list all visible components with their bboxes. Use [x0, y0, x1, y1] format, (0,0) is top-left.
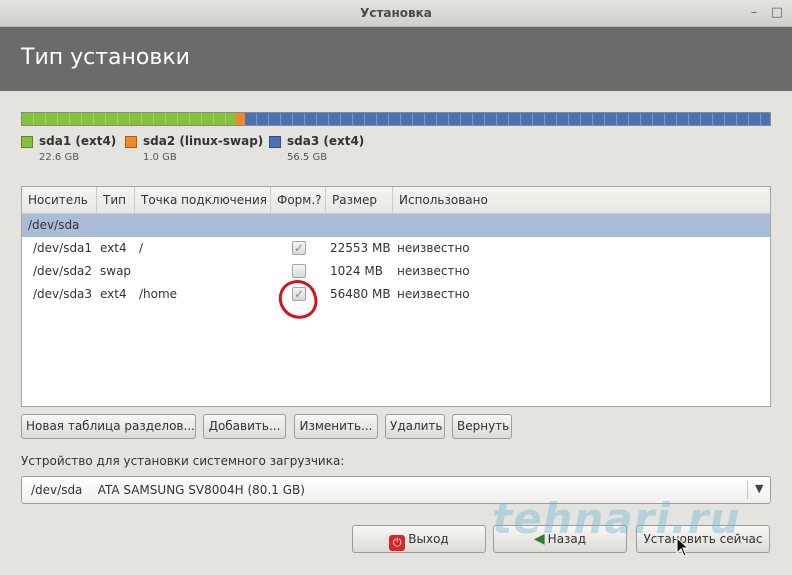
cell-size: 56480 MB — [330, 287, 391, 301]
cell-device: /dev/sda3 — [33, 287, 93, 301]
cell-device: /dev/sda2 — [33, 264, 93, 278]
delete-partition-button[interactable]: Удалить — [385, 414, 445, 439]
window-title: Установка — [360, 6, 432, 20]
quit-button[interactable]: ⏻ Выход — [352, 525, 486, 553]
add-partition-button[interactable]: Добавить... — [203, 414, 286, 439]
format-checkbox[interactable]: ✓ — [292, 241, 306, 255]
table-header: Носитель Тип Точка подключения Форм.? Ра… — [22, 187, 770, 214]
legend-swatch — [269, 136, 281, 148]
cell-type: swap — [100, 264, 132, 278]
page-header: Тип установки — [0, 27, 792, 91]
maximize-icon[interactable]: □ — [769, 5, 785, 21]
legend-name: sda3 (ext4) — [287, 134, 365, 148]
legend-size: 22.6 GB — [39, 152, 80, 163]
cell-type: ext4 — [100, 287, 127, 301]
page-title: Тип установки — [21, 45, 190, 70]
bootloader-device-value: /dev/sda ATA SAMSUNG SV8004H (80.1 GB) — [31, 483, 305, 497]
group-label: /dev/sda — [28, 218, 80, 232]
cell-device: /dev/sda1 — [33, 241, 93, 255]
cell-used: неизвестно — [397, 287, 470, 301]
watermark-logo: tehnari.ru — [492, 494, 741, 543]
edit-partition-button[interactable]: Изменить... — [294, 414, 378, 439]
cell-used: неизвестно — [397, 264, 470, 278]
cell-mount: / — [139, 241, 144, 255]
cell-used: неизвестно — [397, 241, 470, 255]
bootloader-label: Устройство для установки системного загр… — [21, 454, 345, 468]
legend-size: 1.0 GB — [143, 152, 177, 163]
legend-size: 56.5 GB — [287, 152, 328, 163]
column-header-used[interactable]: Использовано — [393, 187, 770, 214]
partition-bar-sda2 — [236, 113, 245, 125]
cell-mount: /home — [139, 287, 178, 301]
minimize-icon[interactable]: – — [746, 5, 762, 21]
cell-type: ext4 — [100, 241, 127, 255]
cell-size: 22553 MB — [330, 241, 391, 255]
column-header-size[interactable]: Размер — [326, 187, 393, 214]
table-row[interactable]: /dev/sda2 swap 1024 MB неизвестно — [22, 260, 770, 283]
bootloader-device: /dev/sda — [31, 483, 83, 497]
legend-name: sda1 (ext4) — [39, 134, 117, 148]
legend-swatch — [21, 136, 33, 148]
format-checkbox[interactable] — [292, 264, 306, 278]
column-header-device[interactable]: Носитель — [22, 187, 97, 214]
revert-button[interactable]: Вернуть — [452, 414, 512, 439]
legend-swatch — [125, 136, 137, 148]
table-row[interactable]: /dev/sda1 ext4 / ✓ 22553 MB неизвестно — [22, 237, 770, 260]
column-header-format[interactable]: Форм.? — [271, 187, 326, 214]
partition-bar-sda3 — [245, 113, 770, 125]
column-header-type[interactable]: Тип — [97, 187, 135, 214]
dropdown-arrow-icon[interactable]: ▼ — [755, 482, 763, 495]
new-partition-table-button[interactable]: Новая таблица разделов... — [21, 414, 196, 439]
bootloader-device-description: ATA SAMSUNG SV8004H (80.1 GB) — [97, 483, 305, 497]
table-row[interactable]: /dev/sda3 ext4 /home ✓ 56480 MB неизвест… — [22, 283, 770, 306]
partition-bar — [21, 112, 771, 126]
mouse-cursor-icon — [676, 537, 690, 557]
legend-name: sda2 (linux-swap) — [143, 134, 264, 148]
power-icon: ⏻ — [389, 535, 406, 551]
quit-label: Выход — [408, 532, 449, 546]
partition-table: Носитель Тип Точка подключения Форм.? Ра… — [21, 186, 771, 407]
cell-size: 1024 MB — [330, 264, 383, 278]
window-titlebar: Установка – □ — [0, 0, 792, 27]
partition-bar-sda1 — [22, 113, 236, 125]
combo-separator — [747, 481, 748, 499]
column-header-mount[interactable]: Точка подключения — [135, 187, 271, 214]
table-row-group-sda[interactable]: /dev/sda — [22, 214, 770, 237]
